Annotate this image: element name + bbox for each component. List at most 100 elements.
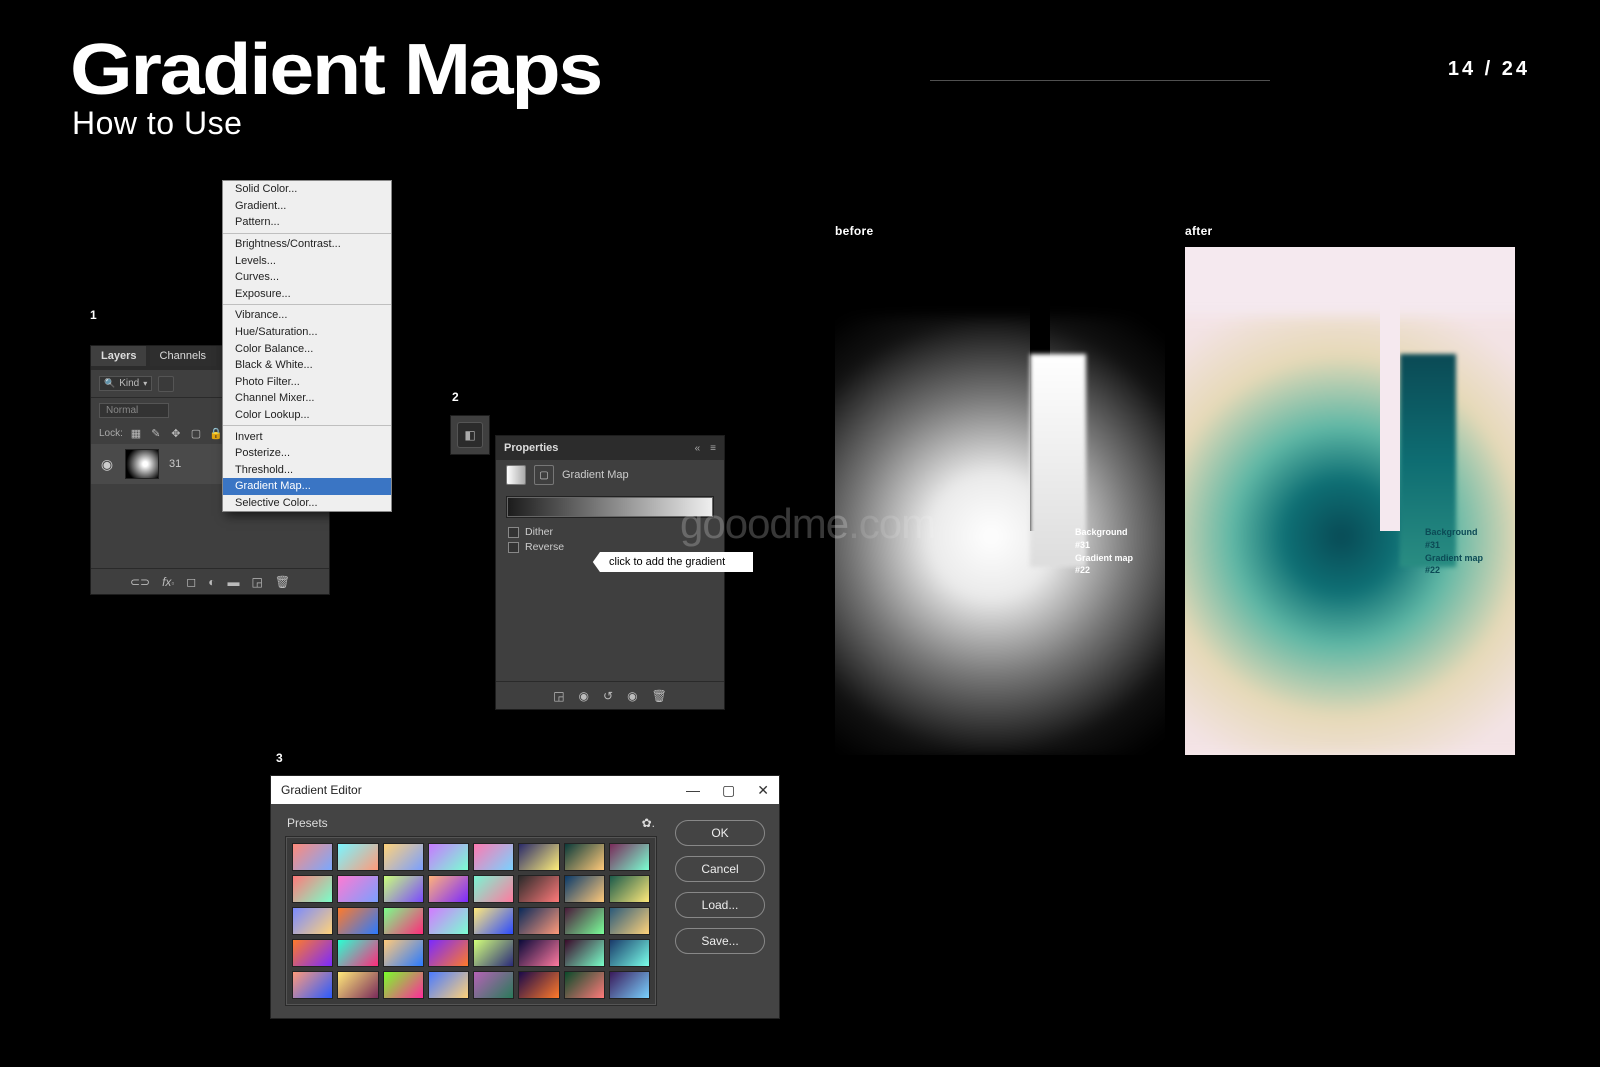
gradient-swatch[interactable] (383, 939, 424, 967)
gradient-swatch[interactable] (428, 971, 469, 999)
filter-pixel-icon[interactable] (158, 376, 174, 392)
tab-layers[interactable]: Layers (91, 346, 146, 366)
gradient-swatch[interactable] (473, 907, 514, 935)
gradient-swatch[interactable] (564, 939, 605, 967)
reset-icon[interactable]: ↺ (603, 689, 613, 703)
menu-item[interactable]: Threshold... (223, 462, 391, 479)
mask-icon[interactable]: ▢ (534, 465, 554, 485)
gradient-swatch[interactable] (292, 843, 333, 871)
menu-item[interactable]: Posterize... (223, 445, 391, 462)
ok-button[interactable]: OK (675, 820, 765, 846)
view-previous-icon[interactable]: ◉ (579, 689, 589, 703)
blend-mode-select[interactable]: Normal (99, 403, 169, 418)
gradient-swatch[interactable] (337, 939, 378, 967)
menu-item[interactable]: Exposure... (223, 286, 391, 303)
toggle-visibility-icon[interactable]: ◉ (627, 689, 637, 703)
menu-icon[interactable]: ≡ (710, 443, 716, 454)
gradient-swatch[interactable] (473, 843, 514, 871)
gradient-swatch[interactable] (383, 843, 424, 871)
layer-name: 31 (169, 458, 181, 470)
menu-item[interactable]: Solid Color... (223, 181, 391, 198)
menu-item[interactable]: Invert (223, 428, 391, 445)
maximize-icon[interactable]: ▢ (722, 782, 735, 799)
menu-item[interactable]: Channel Mixer... (223, 390, 391, 407)
cancel-button[interactable]: Cancel (675, 856, 765, 882)
gradient-swatch[interactable] (564, 907, 605, 935)
trash-icon[interactable]: 🗑 (275, 575, 290, 589)
link-icon[interactable]: ⊂⊃ (130, 575, 150, 589)
gradient-swatch[interactable] (473, 875, 514, 903)
gradient-swatch[interactable] (337, 843, 378, 871)
gradient-swatch[interactable] (428, 875, 469, 903)
gradient-swatch[interactable] (428, 939, 469, 967)
minimize-icon[interactable]: — (686, 782, 700, 799)
trash-icon[interactable]: 🗑 (652, 689, 667, 703)
clip-icon[interactable]: ◲ (553, 689, 564, 703)
fx-icon[interactable]: fx▫ (162, 575, 174, 589)
gradient-swatch[interactable] (564, 843, 605, 871)
load-button[interactable]: Load... (675, 892, 765, 918)
gradient-swatch[interactable] (473, 939, 514, 967)
lock-artboard-icon[interactable]: ▢ (189, 426, 203, 440)
menu-item[interactable]: Curves... (223, 269, 391, 286)
caption-line: #31 (1075, 539, 1133, 552)
gradient-swatch[interactable] (292, 907, 333, 935)
gradient-swatch[interactable] (609, 875, 650, 903)
adjustment-icon[interactable]: ◐ (208, 575, 215, 589)
menu-item[interactable]: Black & White... (223, 357, 391, 374)
menu-item[interactable]: Brightness/Contrast... (223, 236, 391, 253)
tab-channels[interactable]: Channels (150, 346, 216, 366)
collapsed-panel-strip[interactable]: ◧ (450, 415, 490, 455)
menu-item[interactable]: Gradient... (223, 198, 391, 215)
gradient-swatch[interactable] (518, 875, 559, 903)
adjustments-icon[interactable]: ◧ (457, 422, 483, 448)
menu-item[interactable]: Color Balance... (223, 340, 391, 357)
gradient-swatch[interactable] (609, 939, 650, 967)
menu-item[interactable]: Photo Filter... (223, 374, 391, 391)
gradient-swatch[interactable] (292, 939, 333, 967)
menu-item[interactable]: Gradient Map... (223, 478, 391, 495)
lock-move-icon[interactable]: ✥ (169, 426, 183, 440)
gradient-swatch[interactable] (473, 971, 514, 999)
menu-item[interactable]: Pattern... (223, 214, 391, 231)
folder-icon[interactable]: ▬ (227, 575, 239, 589)
gradient-swatch[interactable] (292, 971, 333, 999)
caption-line: Background (1425, 526, 1483, 539)
gradient-swatch[interactable] (292, 875, 333, 903)
menu-item[interactable]: Color Lookup... (223, 407, 391, 424)
gradient-swatch[interactable] (609, 971, 650, 999)
kind-filter[interactable]: 🔍Kind▾ (99, 376, 152, 391)
divider (930, 80, 1270, 81)
menu-item[interactable]: Vibrance... (223, 307, 391, 324)
save-button[interactable]: Save... (675, 928, 765, 954)
menu-item[interactable]: Levels... (223, 252, 391, 269)
close-icon[interactable]: ✕ (757, 782, 769, 799)
layer-thumbnail[interactable] (125, 449, 159, 479)
gradient-swatch[interactable] (428, 907, 469, 935)
gradient-swatch[interactable] (518, 907, 559, 935)
gradient-swatch[interactable] (428, 843, 469, 871)
gradient-swatch[interactable] (337, 971, 378, 999)
menu-item[interactable]: Selective Color... (223, 495, 391, 512)
lock-all-icon[interactable]: 🔒 (209, 426, 223, 440)
gradient-swatch[interactable] (383, 971, 424, 999)
mask-icon[interactable]: ◻ (186, 575, 196, 589)
gradient-swatch[interactable] (609, 907, 650, 935)
lock-pixels-icon[interactable]: ▦ (129, 426, 143, 440)
gradient-swatch[interactable] (609, 843, 650, 871)
gradient-swatch[interactable] (518, 939, 559, 967)
gradient-swatch[interactable] (564, 875, 605, 903)
gradient-swatch[interactable] (337, 875, 378, 903)
gradient-swatch[interactable] (518, 971, 559, 999)
collapse-icon[interactable]: « (695, 443, 701, 454)
lock-brush-icon[interactable]: ✎ (149, 426, 163, 440)
gradient-swatch[interactable] (383, 907, 424, 935)
gradient-swatch[interactable] (337, 907, 378, 935)
new-layer-icon[interactable]: ◲ (251, 575, 262, 589)
gradient-swatch[interactable] (383, 875, 424, 903)
menu-item[interactable]: Hue/Saturation... (223, 324, 391, 341)
gradient-swatch[interactable] (564, 971, 605, 999)
gradient-swatch[interactable] (518, 843, 559, 871)
visibility-icon[interactable]: ◉ (99, 456, 115, 473)
gear-icon[interactable]: ✿. (642, 816, 655, 830)
